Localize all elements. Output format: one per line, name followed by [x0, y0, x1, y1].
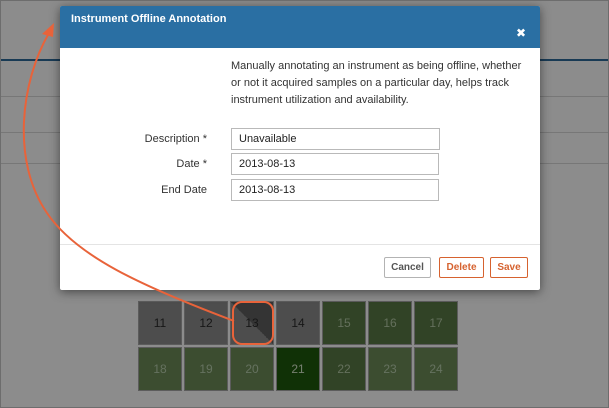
- delete-button[interactable]: Delete: [439, 257, 484, 278]
- offline-annotation-dialog: Instrument Offline Annotation ✖ Manually…: [60, 6, 540, 290]
- dialog-footer-divider: [60, 244, 540, 245]
- description-input[interactable]: [231, 128, 440, 150]
- dialog-title: Instrument Offline Annotation: [71, 13, 227, 25]
- end-date-input[interactable]: [231, 179, 439, 201]
- date-label: Date *: [176, 158, 207, 170]
- save-button[interactable]: Save: [490, 257, 528, 278]
- dialog-description: Manually annotating an instrument as bei…: [231, 60, 522, 106]
- close-icon[interactable]: ✖: [516, 27, 526, 39]
- dialog-header: Instrument Offline Annotation ✖: [60, 6, 540, 48]
- screenshot-frame: 11 12 13 14 15 16 17 18 19 20 21 22 23 2…: [0, 0, 609, 408]
- date-input[interactable]: [231, 153, 439, 175]
- end-date-label: End Date: [161, 184, 207, 196]
- description-label: Description *: [144, 133, 207, 145]
- cancel-button[interactable]: Cancel: [384, 257, 431, 278]
